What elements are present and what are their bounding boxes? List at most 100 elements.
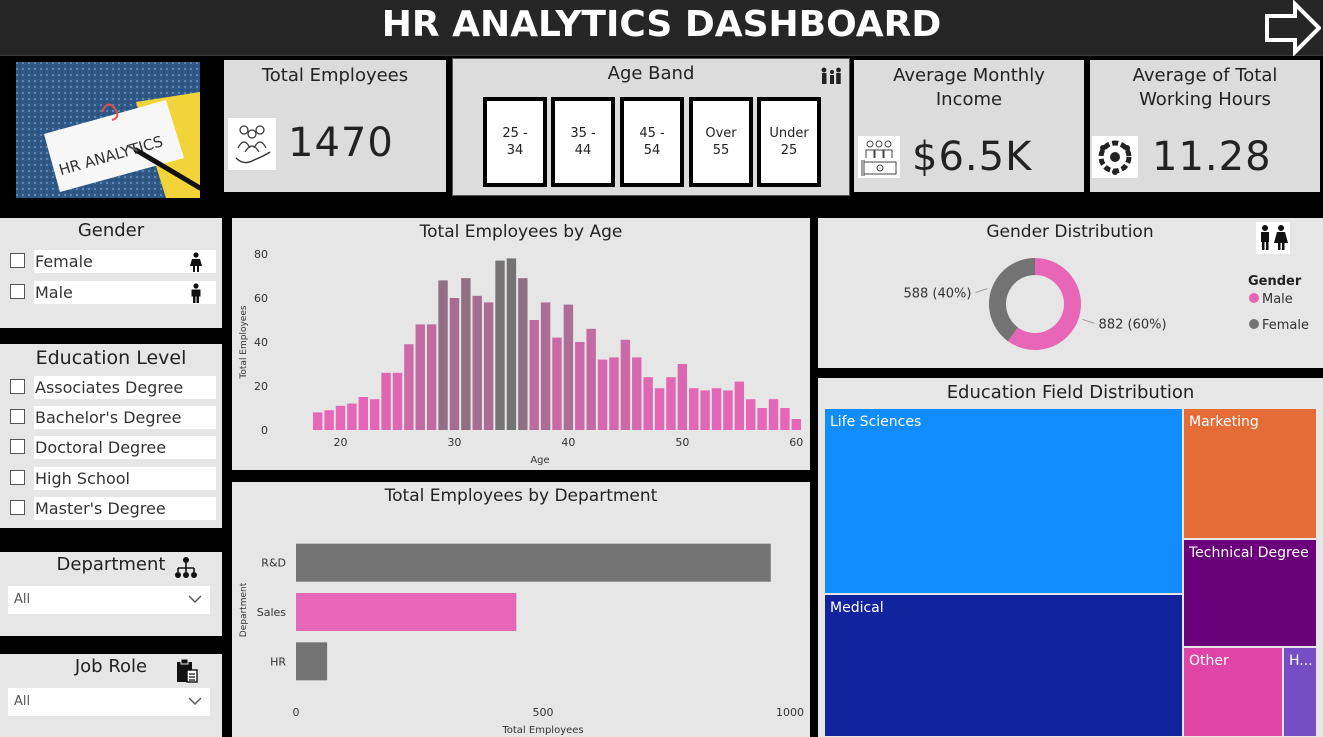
- age-bar[interactable]: [540, 302, 551, 430]
- checkbox[interactable]: [10, 379, 25, 394]
- x-tick-label: 1000: [776, 706, 804, 719]
- age-bar[interactable]: [620, 339, 631, 430]
- treemap-cell[interactable]: Medical: [824, 594, 1183, 737]
- age-band-tile[interactable]: 45 - 54: [620, 97, 684, 187]
- age-bar[interactable]: [711, 388, 722, 430]
- age-band-tile[interactable]: Over 55: [689, 97, 753, 187]
- job-role-dropdown[interactable]: All: [8, 688, 210, 716]
- age-bar[interactable]: [632, 357, 642, 430]
- age-bar[interactable]: [381, 372, 391, 430]
- treemap-label: Technical Degree: [1189, 545, 1309, 561]
- age-bar[interactable]: [586, 328, 596, 430]
- age-bar[interactable]: [506, 258, 517, 430]
- age-bar[interactable]: [415, 324, 425, 430]
- age-bar[interactable]: [780, 408, 790, 430]
- age-bar[interactable]: [495, 260, 505, 430]
- age-bar[interactable]: [654, 388, 665, 430]
- age-bar[interactable]: [757, 408, 767, 430]
- treemap-label: Medical: [830, 600, 884, 616]
- education-option[interactable]: High School: [8, 466, 216, 490]
- category-label: Sales: [257, 606, 287, 619]
- treemap-cell[interactable]: Technical Degree: [1183, 539, 1317, 647]
- age-bar[interactable]: [347, 403, 357, 430]
- treemap-cell[interactable]: Marketing: [1183, 408, 1317, 539]
- age-bar[interactable]: [768, 399, 779, 430]
- age-bar[interactable]: [404, 344, 414, 430]
- age-bar[interactable]: [369, 399, 380, 430]
- age-bar[interactable]: [335, 405, 346, 430]
- age-bar[interactable]: [518, 278, 528, 430]
- checkbox[interactable]: [10, 409, 25, 425]
- job-role-slicer: Job Role All: [0, 654, 222, 737]
- age-bar[interactable]: [552, 337, 562, 430]
- age-bar[interactable]: [426, 324, 437, 430]
- treemap-cell[interactable]: Life Sciences: [824, 408, 1183, 594]
- age-band-tile[interactable]: Under 25: [757, 97, 821, 187]
- department-bar[interactable]: [296, 543, 771, 582]
- age-bar[interactable]: [449, 298, 460, 430]
- kpi-label: Total Employees: [261, 65, 409, 86]
- legend-label: Female: [1262, 318, 1309, 333]
- age-bar[interactable]: [483, 302, 494, 430]
- treemap-cell[interactable]: H...: [1283, 647, 1317, 737]
- age-bar[interactable]: [677, 364, 688, 430]
- education-option[interactable]: Bachelor's Degree: [8, 406, 216, 430]
- kpi-label: Average Monthly Income: [893, 65, 1045, 110]
- age-bar[interactable]: [723, 390, 733, 430]
- age-bar[interactable]: [358, 397, 368, 430]
- age-bar[interactable]: [461, 278, 471, 430]
- age-bar[interactable]: [791, 419, 801, 430]
- gender-option-female[interactable]: Female: [8, 250, 216, 273]
- age-bar[interactable]: [563, 304, 574, 430]
- department-slicer: Department All: [0, 552, 222, 636]
- treemap-label: Life Sciences: [830, 414, 922, 430]
- age-bar[interactable]: [575, 342, 585, 430]
- age-band-tile[interactable]: 35 - 44: [551, 97, 615, 187]
- age-bar[interactable]: [392, 372, 403, 430]
- age-bar[interactable]: [313, 412, 323, 430]
- x-tick-label: 0: [293, 706, 300, 719]
- age-bar[interactable]: [324, 410, 334, 430]
- x-tick-label: 30: [447, 436, 461, 449]
- checkbox[interactable]: [10, 499, 25, 515]
- education-option[interactable]: Master's Degree: [8, 496, 216, 520]
- checkbox[interactable]: [10, 253, 25, 268]
- age-bar[interactable]: [609, 357, 619, 430]
- option-label: Master's Degree: [34, 496, 216, 520]
- chart-title: Education Field Distribution: [946, 382, 1195, 403]
- department-bar[interactable]: [296, 593, 517, 631]
- checkbox[interactable]: [10, 469, 25, 485]
- education-option[interactable]: Doctoral Degree: [8, 436, 216, 460]
- gender-chart: Gender Distribution 882 (60%) 588 (40%) Gen…: [903, 222, 1309, 350]
- couple-icon: [1256, 222, 1290, 254]
- age-bar[interactable]: [734, 381, 745, 430]
- treemap-cell[interactable]: Other: [1183, 647, 1283, 737]
- age-bar[interactable]: [643, 377, 653, 430]
- checkbox[interactable]: [10, 284, 25, 299]
- education-field-panel: Education Field Distribution Life Scienc…: [818, 378, 1323, 737]
- arrow-right-icon[interactable]: [1263, 0, 1321, 56]
- gender-option-male[interactable]: Male: [8, 281, 216, 304]
- age-bar[interactable]: [438, 280, 448, 430]
- slicer-title: Gender: [77, 220, 145, 241]
- donut-slice[interactable]: [989, 258, 1035, 342]
- hr-analytics-photo: HR ANALYTICS: [16, 62, 200, 198]
- department-chart-panel: Total Employees by Department Department T…: [232, 482, 810, 737]
- y-tick-label: 0: [261, 424, 268, 437]
- department-dropdown[interactable]: All: [8, 586, 210, 614]
- checkbox[interactable]: [10, 439, 25, 455]
- age-bar[interactable]: [472, 295, 482, 430]
- age-bar[interactable]: [529, 320, 539, 430]
- age-bar[interactable]: [666, 377, 676, 430]
- chart-title: Total Employees by Age: [419, 222, 623, 242]
- gender-chart-panel: Gender Distribution 882 (60%) 588 (40%) Gen…: [818, 218, 1323, 368]
- age-bar[interactable]: [597, 359, 608, 430]
- leader-line: [975, 288, 988, 294]
- age-bar[interactable]: [700, 390, 710, 430]
- clipboard-icon: [177, 658, 198, 683]
- age-band-tile[interactable]: 25 - 34: [483, 97, 547, 187]
- department-bar[interactable]: [296, 642, 328, 681]
- age-bar[interactable]: [689, 388, 699, 430]
- education-option[interactable]: Associates Degree: [8, 376, 216, 399]
- age-bar[interactable]: [746, 399, 756, 430]
